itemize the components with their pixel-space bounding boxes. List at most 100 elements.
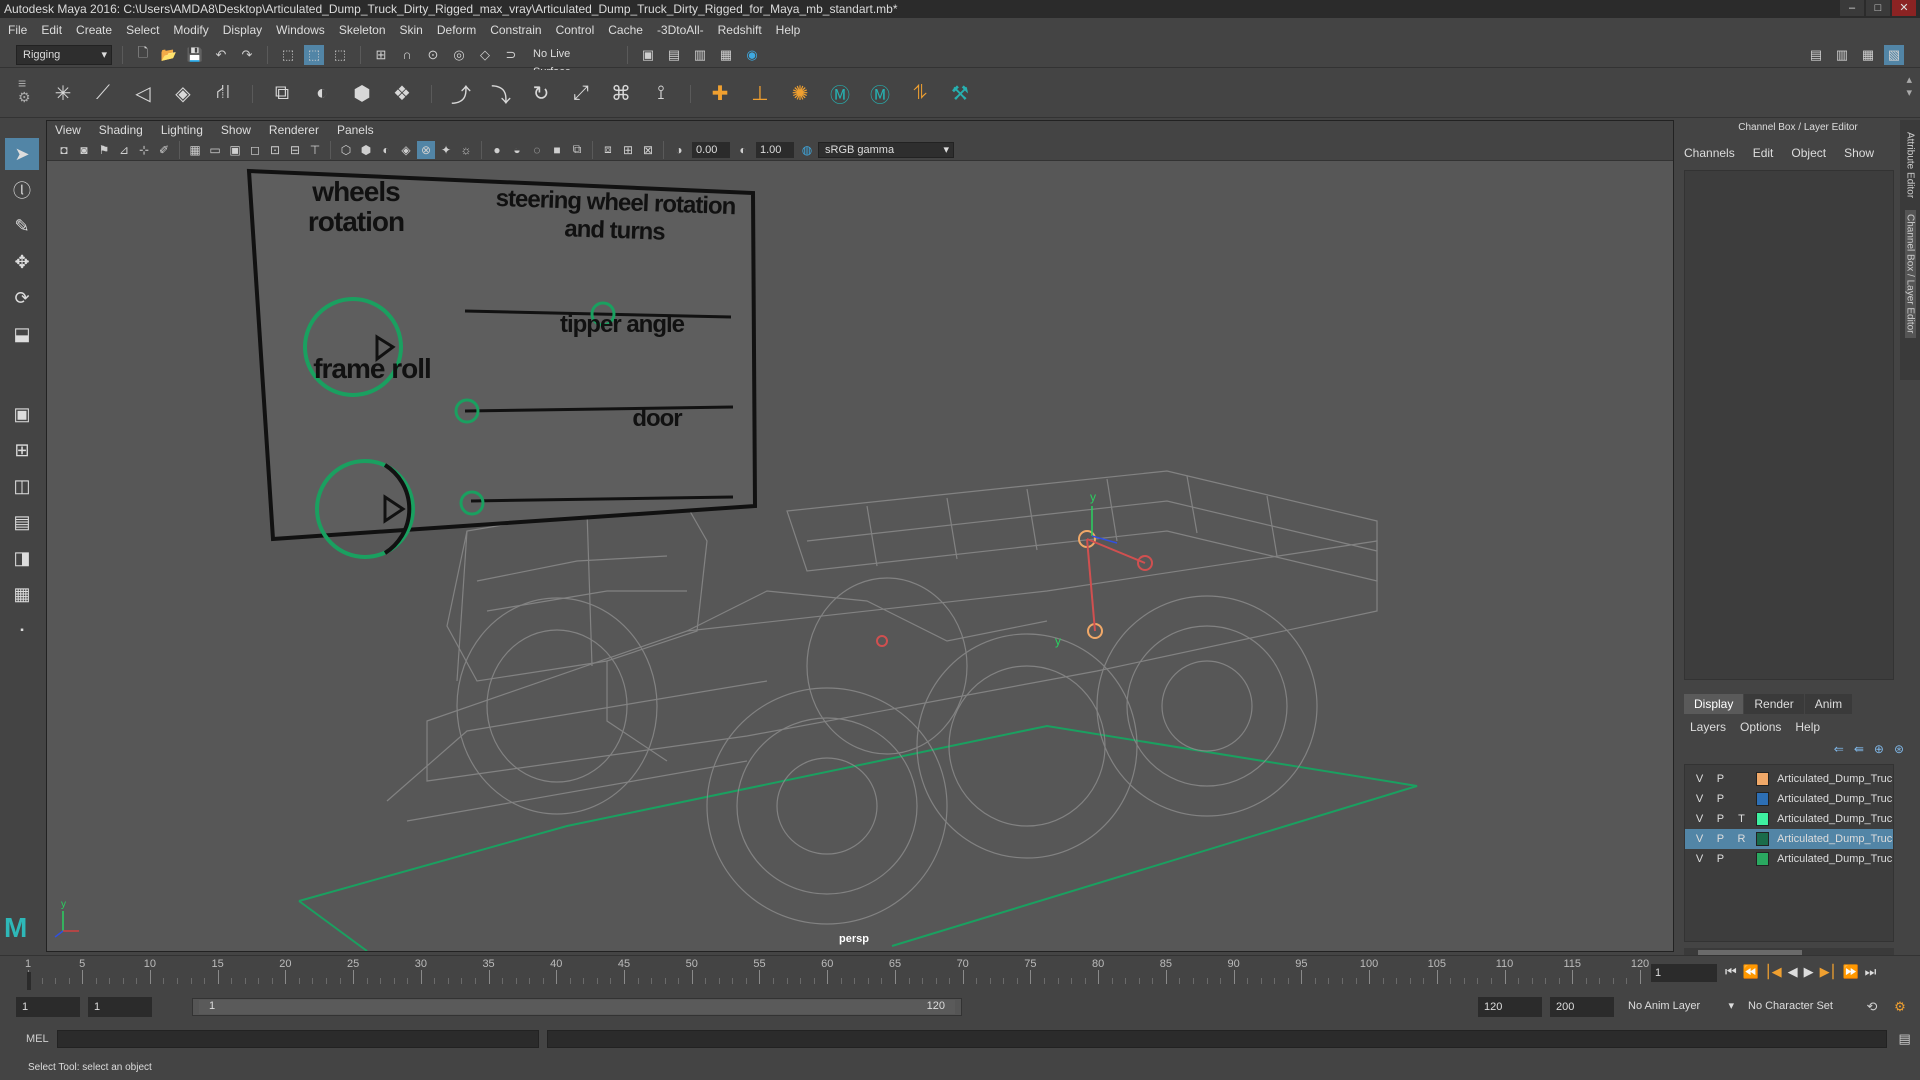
layer-row[interactable]: V P Articulated_Dump_Truc (1685, 849, 1893, 869)
attribute-editor-tab[interactable]: Attribute Editor (1905, 132, 1916, 198)
menu-edit[interactable]: Edit (41, 23, 62, 37)
menu-help[interactable]: Help (776, 23, 801, 37)
current-frame-field[interactable]: 1 (1651, 964, 1717, 982)
layer-menu-options[interactable]: Options (1740, 720, 1781, 734)
go-to-start-icon[interactable]: ⏮ (1725, 964, 1737, 980)
isolate-select-icon[interactable]: ⧉ (568, 141, 586, 159)
go-to-end-icon[interactable]: ⏭ (1865, 964, 1877, 980)
menu-constrain[interactable]: Constrain (490, 23, 541, 37)
four-view-layout-icon[interactable]: ⊞ (5, 434, 39, 466)
start-time-field[interactable]: 1 (16, 997, 80, 1017)
step-forward-frame-icon[interactable]: ▶⎮ (1820, 964, 1837, 980)
ik-fk-switch-icon[interactable]: ⥮ (905, 79, 935, 109)
character-set-dropdown[interactable]: No Character Set (1742, 997, 1854, 1017)
script-editor-icon[interactable]: ▤ (1895, 1029, 1915, 1049)
snap-view-icon[interactable]: ◎ (449, 45, 469, 65)
cb-tab-edit[interactable]: Edit (1753, 146, 1774, 160)
step-back-key-icon[interactable]: ⏪ (1743, 964, 1759, 980)
hypershade-icon[interactable]: ◉ (742, 45, 762, 65)
play-backward-icon[interactable]: ◀ (1788, 964, 1798, 980)
xray-joints-icon[interactable]: ✦ (437, 141, 455, 159)
render-view-icon[interactable]: ▣ (638, 45, 658, 65)
menu-deform[interactable]: Deform (437, 23, 476, 37)
step-forward-key-icon[interactable]: ⏩ (1842, 964, 1858, 980)
menu-skeleton[interactable]: Skeleton (339, 23, 386, 37)
menu-skin[interactable]: Skin (400, 23, 423, 37)
close-button[interactable]: ✕ (1892, 0, 1916, 16)
scale-constraint-icon[interactable]: ⤢ (566, 79, 596, 109)
layer-menu-layers[interactable]: Layers (1690, 720, 1726, 734)
lattice-icon[interactable]: ⬢ (347, 79, 377, 109)
preferences-icon[interactable]: ⚙ (1890, 997, 1910, 1017)
ambient-occlusion-icon[interactable]: ◒ (508, 141, 526, 159)
anim-layer-dropdown[interactable]: No Anim Layer ▾ (1622, 997, 1734, 1017)
new-layer-selected-icon[interactable]: ⊛ (1894, 742, 1904, 756)
layer-visibility-toggle[interactable]: V (1693, 853, 1706, 865)
paint-select-tool-icon[interactable]: ✎ (5, 210, 39, 242)
layer-playback-toggle[interactable]: P (1714, 813, 1727, 825)
single-view-layout-icon[interactable]: ▣ (5, 398, 39, 430)
wireframe-on-shaded-icon[interactable]: ◐ (377, 141, 395, 159)
frame-all-icon[interactable]: ⊠ (639, 141, 657, 159)
playback-end-field[interactable]: 120 (1478, 997, 1542, 1017)
menu-select[interactable]: Select (126, 23, 159, 37)
film-gate-icon[interactable]: ▭ (206, 141, 224, 159)
shelf-scroll-icon[interactable]: ▴ ▾ (1906, 74, 1912, 100)
command-language-label[interactable]: MEL (26, 1033, 49, 1045)
frame-selected-icon[interactable]: ⊞ (619, 141, 637, 159)
scale-tool-icon[interactable]: ⬓ (5, 318, 39, 350)
gate-mask-icon[interactable]: ◻ (246, 141, 264, 159)
move-tool-icon[interactable]: ✥ (5, 246, 39, 278)
cb-tab-channels[interactable]: Channels (1684, 146, 1735, 160)
grease-pencil-icon[interactable]: ✐ (155, 141, 173, 159)
layer-visibility-toggle[interactable]: V (1693, 813, 1706, 825)
rotate-tool-icon[interactable]: ⟳ (5, 282, 39, 314)
shelf-menu-icon[interactable]: ≡ ⚙ (18, 76, 31, 104)
mode-dropdown[interactable]: Rigging ▾ (16, 44, 112, 65)
bind-skin-icon[interactable]: ⧉ (267, 79, 297, 109)
layer-row-selected[interactable]: V P R Articulated_Dump_Truck_Dirt (1685, 829, 1893, 849)
maximize-button[interactable]: □ (1866, 0, 1890, 16)
time-slider-track[interactable]: 1 5 10 15 20 25 30 35 40 45 50 55 60 65 70 75 80 85 90 95 10… (24, 958, 1649, 990)
camera-attr-icon[interactable]: ◙ (75, 141, 93, 159)
joint-tool-icon[interactable]: ✳ (48, 79, 78, 109)
open-scene-icon[interactable]: 📂 (159, 45, 179, 65)
cb-tab-object[interactable]: Object (1791, 146, 1826, 160)
channel-box-area[interactable] (1684, 170, 1894, 680)
end-time-field[interactable]: 200 (1550, 997, 1614, 1017)
insert-joint-icon[interactable]: ◈ (168, 79, 198, 109)
two-view-layout-icon[interactable]: ◫ (5, 470, 39, 502)
undo-icon[interactable]: ↶ (211, 45, 231, 65)
collapse-toolbox-icon[interactable]: ▪ (5, 614, 39, 646)
range-slider-fill[interactable] (199, 1000, 955, 1014)
cluster-icon[interactable]: ❖ (387, 79, 417, 109)
pole-vector-icon[interactable]: ⟟ (646, 79, 676, 109)
motion-blur-icon[interactable]: ◌ (528, 141, 546, 159)
move-layer-down-icon[interactable]: ⇚ (1854, 742, 1864, 756)
layer-display-type[interactable]: T (1735, 813, 1748, 825)
redo-icon[interactable]: ↷ (237, 45, 257, 65)
hypershade-layout-icon[interactable]: ▦ (5, 578, 39, 610)
hik-character-icon[interactable]: ✺ (785, 79, 815, 109)
layer-tab-display[interactable]: Display (1684, 694, 1744, 714)
attribute-editor-toggle-icon[interactable]: ▥ (1832, 45, 1852, 65)
paint-weights-icon[interactable]: ◐ (307, 79, 337, 109)
render-settings-icon[interactable]: ▦ (716, 45, 736, 65)
layer-color-swatch[interactable] (1755, 792, 1770, 806)
render-frame-icon[interactable]: ▤ (664, 45, 684, 65)
magnet-icon[interactable]: ⊃ (501, 45, 521, 65)
orient-constraint-icon[interactable]: ↻ (526, 79, 556, 109)
point-constraint-icon[interactable]: ⤴ (446, 79, 476, 109)
field-chart-icon[interactable]: ⊡ (266, 141, 284, 159)
vp-menu-shading[interactable]: Shading (99, 123, 143, 137)
parent-constraint-icon[interactable]: ⌘ (606, 79, 636, 109)
menu-create[interactable]: Create (76, 23, 112, 37)
viewport-scene[interactable]: y y wheels rotation steering wheel rotat… (47, 161, 1673, 952)
paint-skin-icon[interactable]: ⚒ (945, 79, 975, 109)
live-surface-field[interactable]: No Live Surface (527, 44, 617, 78)
channel-box-toggle-icon[interactable]: ▧ (1884, 45, 1904, 65)
layer-visibility-toggle[interactable]: V (1693, 833, 1706, 845)
vp-menu-show[interactable]: Show (221, 123, 251, 137)
layer-playback-toggle[interactable]: P (1714, 773, 1727, 785)
hik-skeleton-icon[interactable]: Ⓜ (825, 79, 855, 109)
